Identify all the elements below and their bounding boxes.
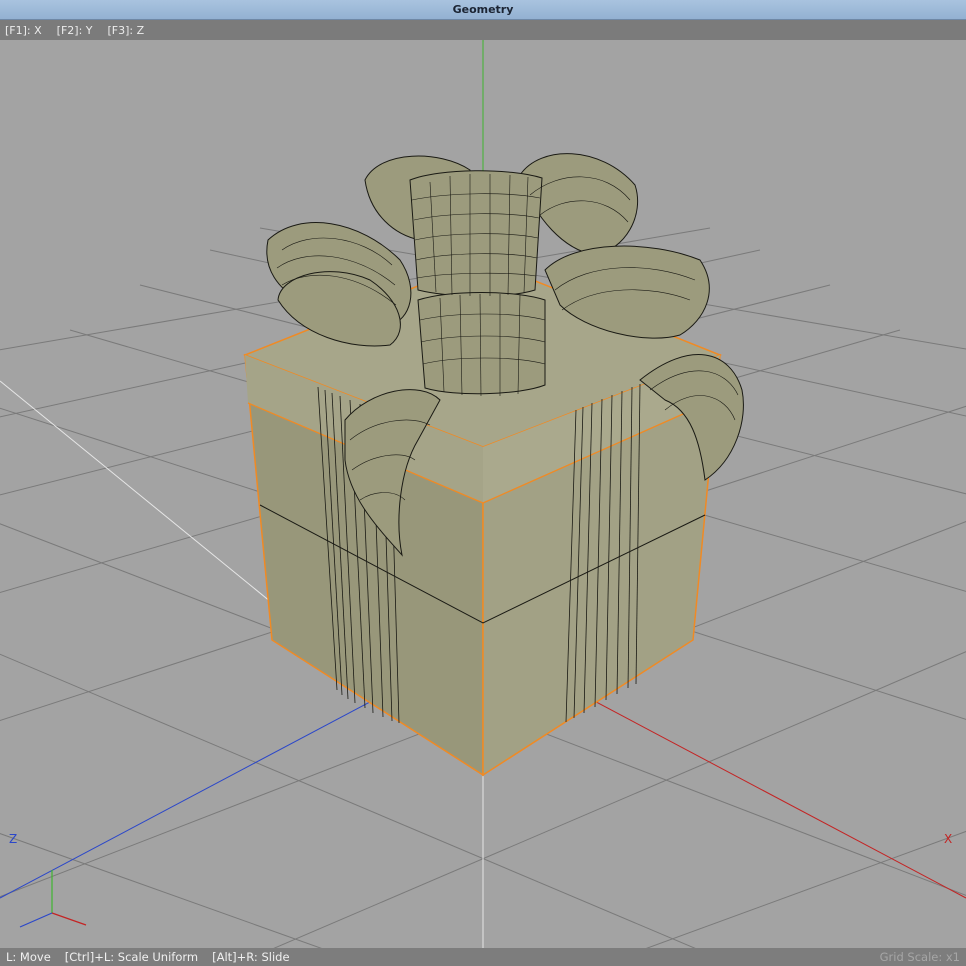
hint-scale-uniform: [Ctrl]+L: Scale Uniform [64, 950, 199, 964]
axis-toolbar: [F1]: X [F2]: Y [F3]: Z [0, 20, 966, 40]
axis-triad [19, 870, 87, 928]
window-title: Geometry [452, 3, 514, 16]
x-axis-label: X [944, 832, 953, 846]
axis-key-x[interactable]: [F1]: X [5, 24, 42, 37]
3d-viewport[interactable]: Y Z X [0, 40, 966, 948]
window-titlebar: Geometry [0, 0, 966, 20]
hint-move: L: Move [6, 950, 51, 964]
axis-key-y[interactable]: [F2]: Y [57, 24, 93, 37]
axis-key-z[interactable]: [F3]: Z [108, 24, 145, 37]
statusbar: L: Move [Ctrl]+L: Scale Uniform [Alt]+R:… [0, 948, 966, 966]
grid-scale-readout: Grid Scale: x1 [879, 950, 960, 964]
z-axis-label: Z [9, 832, 18, 846]
hint-slide: [Alt]+R: Slide [212, 950, 290, 964]
y-axis-label: Y [480, 40, 486, 45]
